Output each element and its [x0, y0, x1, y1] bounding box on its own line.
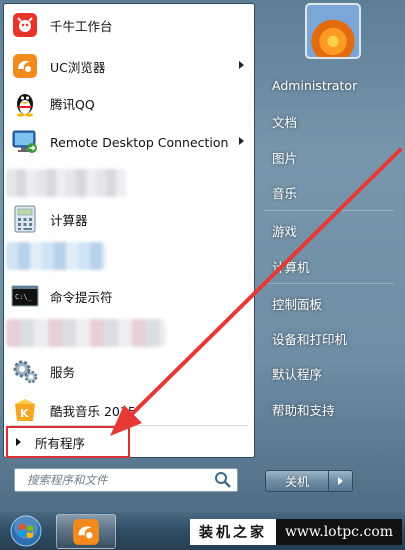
- submenu-arrow-icon[interactable]: [239, 61, 244, 69]
- search-box[interactable]: [14, 468, 238, 492]
- right-item-music[interactable]: 音乐: [272, 183, 297, 202]
- windows-orb-icon: [10, 515, 42, 547]
- taskbar-uc-browser-button[interactable]: [56, 514, 116, 549]
- watermark: 装机之家 www.lotpc.com: [190, 519, 402, 545]
- right-item-computer[interactable]: 计算机: [272, 257, 310, 276]
- services-gear-icon: [10, 356, 40, 386]
- kuwo-music-icon: K: [10, 395, 40, 425]
- calculator-icon: [10, 204, 40, 234]
- submenu-arrow-icon[interactable]: [239, 137, 244, 145]
- qianniu-icon: [10, 10, 40, 40]
- divider: [264, 210, 394, 211]
- right-item-default-programs[interactable]: 默认程序: [272, 364, 322, 383]
- right-item-help-support[interactable]: 帮助和支持: [272, 400, 335, 419]
- uc-browser-icon: [73, 518, 99, 545]
- shutdown-label: 关机: [284, 474, 309, 489]
- programs-pane: 千牛工作台 UC浏览器 腾讯QQ Remote Desktop Connecti…: [3, 3, 255, 458]
- right-item-pictures[interactable]: 图片: [272, 148, 297, 167]
- program-label: 腾讯QQ: [50, 96, 95, 112]
- program-item-services[interactable]: 服务: [6, 354, 252, 388]
- right-item-games[interactable]: 游戏: [272, 221, 297, 240]
- right-item-devices-printers[interactable]: 设备和打印机: [272, 329, 347, 348]
- program-label: 计算器: [50, 212, 88, 228]
- program-item-kuwo-music[interactable]: K 酷我音乐 2015: [6, 393, 252, 427]
- search-icon[interactable]: [213, 470, 233, 490]
- watermark-url: www.lotpc.com: [276, 519, 402, 545]
- qq-penguin-icon: [10, 88, 40, 118]
- start-button[interactable]: [2, 514, 50, 548]
- program-item-obscured[interactable]: [6, 316, 252, 350]
- user-avatar-flower[interactable]: [305, 3, 361, 59]
- search-input[interactable]: [25, 472, 213, 488]
- program-item-command-prompt[interactable]: C:\_ 命令提示符: [6, 279, 252, 313]
- program-label: 服务: [50, 364, 76, 380]
- program-item-calculator[interactable]: 计算器: [6, 202, 252, 236]
- watermark-cn: 装机之家: [190, 519, 276, 545]
- all-programs-label: 所有程序: [35, 435, 86, 451]
- program-label: 千牛工作台: [50, 18, 113, 34]
- shutdown-options-button[interactable]: [329, 470, 353, 492]
- obscured-region: [6, 319, 166, 347]
- remote-desktop-icon: [10, 127, 40, 157]
- svg-text:K: K: [20, 407, 29, 420]
- program-label: 命令提示符: [50, 289, 113, 305]
- program-item-obscured[interactable]: [6, 239, 252, 273]
- obscured-region: [6, 242, 106, 270]
- obscured-region: [6, 169, 126, 197]
- program-label: 酷我音乐 2015: [50, 403, 136, 419]
- command-prompt-icon: C:\_: [10, 281, 40, 311]
- program-item-obscured[interactable]: [6, 166, 252, 200]
- program-item-uc-browser[interactable]: UC浏览器: [6, 49, 252, 83]
- program-label: UC浏览器: [50, 59, 106, 75]
- right-item-control-panel[interactable]: 控制面板: [272, 294, 322, 313]
- right-item-documents[interactable]: 文档: [272, 112, 297, 131]
- program-item-qq[interactable]: 腾讯QQ: [6, 86, 252, 120]
- svg-text:C:\_: C:\_: [15, 293, 33, 301]
- chevron-right-icon: [338, 477, 343, 485]
- uc-browser-icon: [10, 51, 40, 81]
- program-label: Remote Desktop Connection: [50, 134, 229, 150]
- shutdown-button[interactable]: 关机: [265, 470, 329, 492]
- program-item-remote-desktop[interactable]: Remote Desktop Connection: [6, 125, 252, 159]
- user-name[interactable]: Administrator: [272, 78, 357, 93]
- expand-triangle-icon: [16, 438, 21, 446]
- start-menu: 千牛工作台 UC浏览器 腾讯QQ Remote Desktop Connecti…: [0, 0, 405, 512]
- divider: [264, 283, 394, 284]
- program-item-qianniu[interactable]: 千牛工作台: [6, 8, 252, 42]
- all-programs-button[interactable]: 所有程序: [6, 426, 130, 458]
